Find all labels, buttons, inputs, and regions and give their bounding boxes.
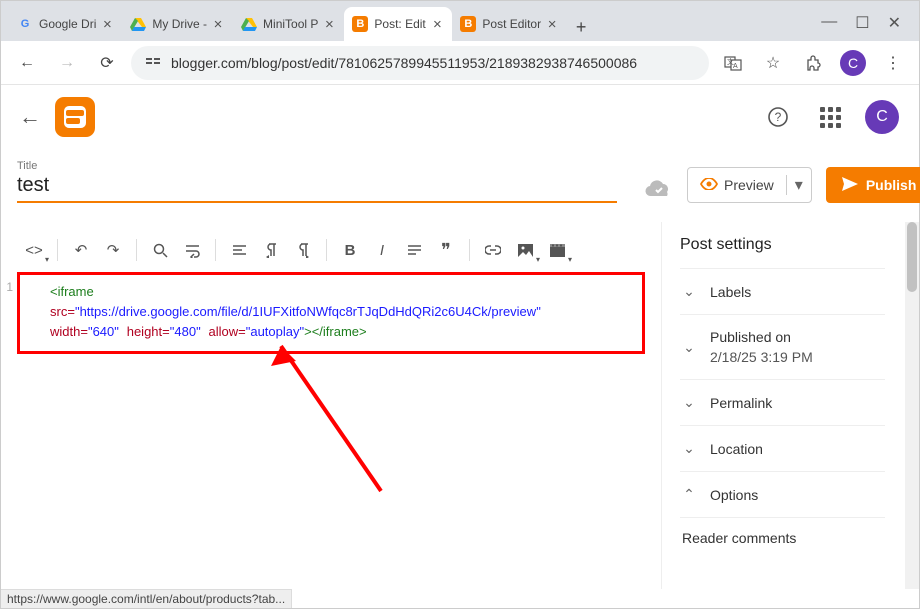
window-close-icon[interactable]: ✕ bbox=[888, 13, 901, 33]
window-maximize-icon[interactable]: ☐ bbox=[855, 13, 869, 33]
chevron-down-icon: ⌄ bbox=[682, 339, 696, 356]
settings-row-label: Location bbox=[710, 441, 763, 457]
nav-back-button[interactable]: ← bbox=[11, 47, 43, 79]
preview-dropdown[interactable]: ▾ bbox=[786, 175, 811, 195]
browser-tab[interactable]: MiniTool P × bbox=[233, 7, 344, 41]
preview-button[interactable]: Preview ▾ bbox=[687, 167, 812, 203]
settings-permalink-row[interactable]: ⌄ Permalink bbox=[680, 379, 885, 425]
reader-comments-label: Reader comments bbox=[680, 517, 885, 550]
tab-label: MiniTool P bbox=[263, 17, 318, 31]
url-text: blogger.com/blog/post/edit/7810625789945… bbox=[171, 55, 637, 71]
browser-tab[interactable]: My Drive - × bbox=[122, 7, 233, 41]
settings-options-row[interactable]: ⌃ Options bbox=[680, 471, 885, 517]
site-info-icon[interactable] bbox=[145, 54, 161, 71]
browser-tab-active[interactable]: B Post: Edit × bbox=[344, 7, 452, 41]
publish-label: Publish bbox=[866, 177, 917, 193]
title-input[interactable] bbox=[17, 172, 617, 203]
preview-label: Preview bbox=[724, 177, 774, 193]
send-icon bbox=[842, 177, 858, 194]
settings-row-label: Permalink bbox=[710, 395, 772, 411]
settings-row-label: Options bbox=[710, 487, 758, 503]
title-field: Title bbox=[17, 160, 617, 203]
bookmark-icon[interactable]: ☆ bbox=[757, 47, 789, 79]
favicon-drive bbox=[130, 16, 146, 32]
chevron-down-icon: ⌄ bbox=[682, 440, 696, 457]
line-number: 1 bbox=[0, 280, 13, 294]
svg-text:A: A bbox=[733, 63, 738, 70]
close-icon[interactable]: × bbox=[545, 16, 559, 33]
app-header: ← ? C bbox=[1, 85, 919, 150]
favicon-blogger: B bbox=[460, 16, 476, 32]
extensions-icon[interactable] bbox=[797, 47, 829, 79]
svg-text:?: ? bbox=[775, 110, 782, 124]
browser-toolbar: ← → ⟳ blogger.com/blog/post/edit/7810625… bbox=[1, 41, 919, 85]
title-label: Title bbox=[17, 160, 617, 172]
close-icon[interactable]: × bbox=[430, 16, 444, 33]
favicon-google: G bbox=[17, 16, 33, 32]
new-tab-button[interactable]: + bbox=[567, 13, 595, 41]
apps-icon[interactable] bbox=[811, 98, 849, 136]
tab-label: Post Editor bbox=[482, 17, 541, 31]
title-row: Title Preview ▾ Publish bbox=[1, 150, 919, 203]
tab-label: Post: Edit bbox=[374, 17, 426, 31]
eye-icon bbox=[700, 177, 718, 193]
content-area: 1 <iframe src="https://drive.google.com/… bbox=[1, 222, 919, 589]
settings-published-row[interactable]: ⌄ Published on 2/18/25 3:19 PM bbox=[680, 314, 885, 379]
browser-tab-strip: G Google Dri × My Drive - × MiniTool P ×… bbox=[1, 1, 919, 41]
chevron-down-icon: ⌄ bbox=[682, 283, 696, 300]
save-status-icon bbox=[645, 178, 673, 203]
settings-labels-row[interactable]: ⌄ Labels bbox=[680, 268, 885, 314]
settings-row-label: Published on bbox=[710, 329, 813, 345]
profile-button[interactable]: C bbox=[837, 47, 869, 79]
nav-reload-button[interactable]: ⟳ bbox=[91, 47, 123, 79]
app-back-button[interactable]: ← bbox=[19, 104, 41, 130]
post-settings-panel: Post settings ⌄ Labels ⌄ Published on 2/… bbox=[661, 222, 905, 589]
chevron-up-icon: ⌃ bbox=[682, 486, 696, 503]
tab-label: My Drive - bbox=[152, 17, 207, 31]
browser-menu-icon[interactable]: ⋮ bbox=[877, 47, 909, 79]
html-editor[interactable]: 1 <iframe src="https://drive.google.com/… bbox=[1, 222, 661, 589]
close-icon[interactable]: × bbox=[322, 16, 336, 33]
chevron-down-icon: ⌄ bbox=[682, 394, 696, 411]
close-icon[interactable]: × bbox=[211, 16, 225, 33]
help-icon[interactable]: ? bbox=[759, 98, 797, 136]
favicon-drive bbox=[241, 16, 257, 32]
account-button[interactable]: C bbox=[863, 98, 901, 136]
code-box[interactable]: <iframe src="https://drive.google.com/fi… bbox=[17, 272, 645, 354]
blogger-logo[interactable] bbox=[55, 97, 95, 137]
browser-status-bar: https://www.google.com/intl/en/about/pro… bbox=[1, 589, 292, 608]
nav-forward-button[interactable]: → bbox=[51, 47, 83, 79]
translate-icon[interactable]: 文A bbox=[717, 47, 749, 79]
tab-label: Google Dri bbox=[39, 17, 96, 31]
browser-tab[interactable]: G Google Dri × bbox=[9, 7, 122, 41]
published-date: 2/18/25 3:19 PM bbox=[710, 349, 813, 365]
settings-location-row[interactable]: ⌄ Location bbox=[680, 425, 885, 471]
settings-row-label: Labels bbox=[710, 284, 751, 300]
close-icon[interactable]: × bbox=[100, 16, 114, 33]
publish-button[interactable]: Publish bbox=[826, 167, 920, 203]
window-minimize-icon[interactable]: — bbox=[821, 13, 837, 33]
address-bar[interactable]: blogger.com/blog/post/edit/7810625789945… bbox=[131, 46, 709, 80]
favicon-blogger: B bbox=[352, 16, 368, 32]
browser-tab[interactable]: B Post Editor × bbox=[452, 7, 567, 41]
post-settings-heading: Post settings bbox=[680, 222, 885, 268]
